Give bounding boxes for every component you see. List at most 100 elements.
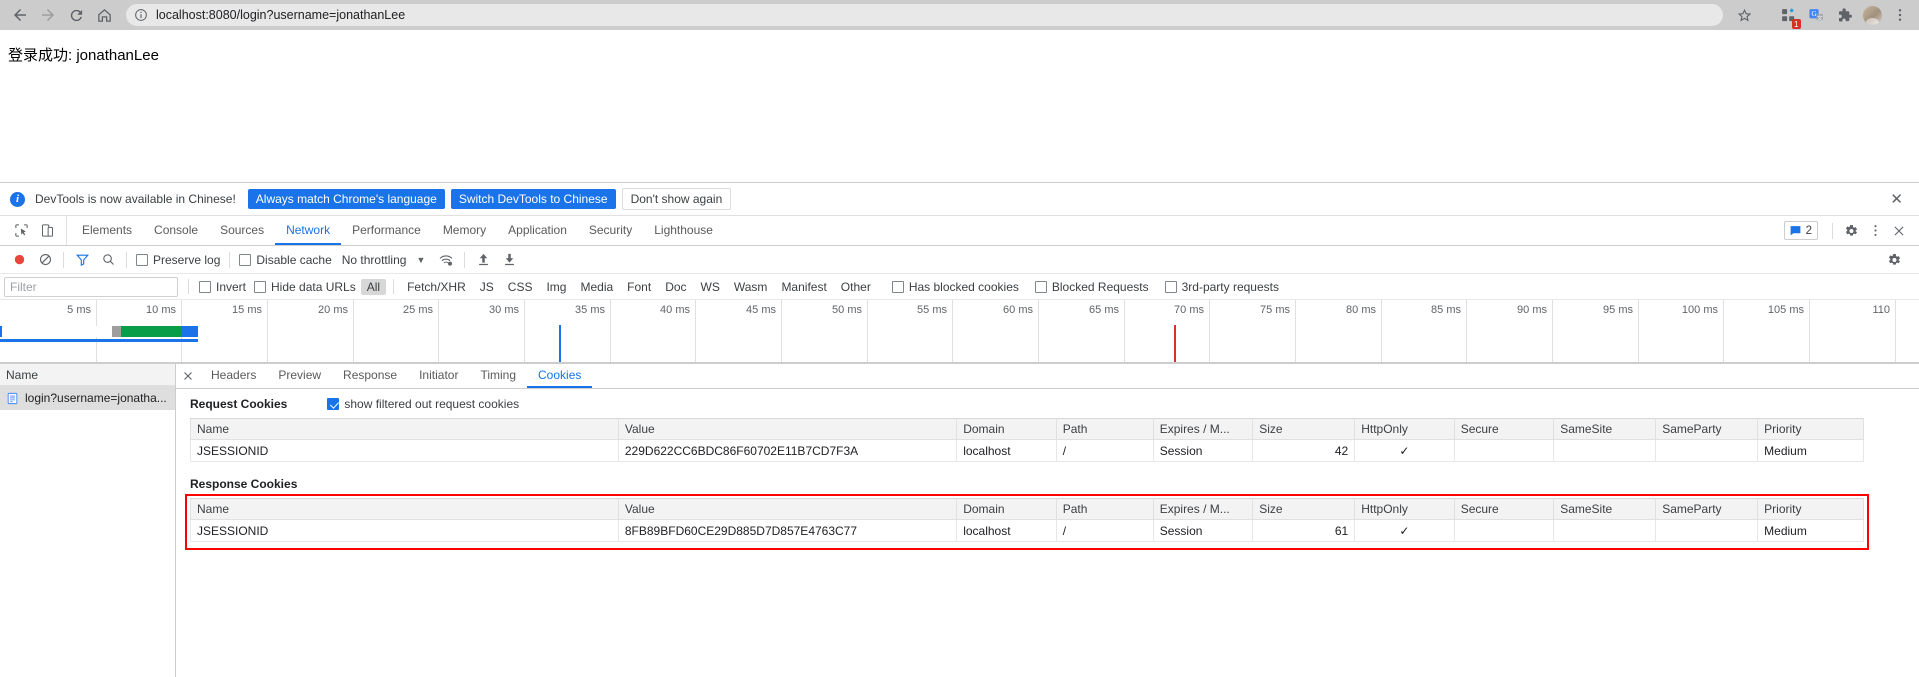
column-domain[interactable]: Domain [956,498,1057,520]
detail-tab-timing[interactable]: Timing [469,364,527,388]
tab-security[interactable]: Security [578,216,643,245]
export-har-button[interactable] [496,248,522,272]
type-filter-all[interactable]: All [360,278,387,295]
column-domain[interactable]: Domain [956,418,1057,440]
tab-memory[interactable]: Memory [432,216,497,245]
clear-button[interactable] [32,248,58,272]
devtools-close-button[interactable] [1887,220,1911,242]
checkbox-box [199,280,211,293]
type-filter-doc[interactable]: Doc [659,279,692,295]
column-path[interactable]: Path [1055,498,1154,520]
column-httponly[interactable]: HttpOnly [1354,418,1455,440]
devtools-settings-button[interactable] [1839,220,1863,242]
record-button[interactable] [6,248,32,272]
devtools-more-button[interactable] [1863,220,1887,242]
type-filter-img[interactable]: Img [540,279,572,295]
hide-data-urls-checkbox[interactable]: Hide data URLs [254,280,356,294]
invert-checkbox[interactable]: Invert [199,280,246,294]
close-notification-icon[interactable]: ✕ [1884,192,1909,207]
column-sameparty[interactable]: SameParty [1655,498,1759,520]
import-har-button[interactable] [470,248,496,272]
third-party-requests-checkbox[interactable]: 3rd-party requests [1164,280,1279,294]
home-button[interactable] [90,2,118,28]
request-list-item[interactable]: login?username=jonatha... [0,386,175,410]
type-filter-manifest[interactable]: Manifest [775,279,832,295]
tab-console[interactable]: Console [143,216,209,245]
column-priority[interactable]: Priority [1757,498,1864,520]
column-samesite[interactable]: SameSite [1553,498,1657,520]
column-priority[interactable]: Priority [1757,418,1864,440]
type-filter-other[interactable]: Other [835,279,877,295]
reload-button[interactable] [62,2,90,28]
chrome-menu-button[interactable] [1887,2,1913,28]
type-filter-fetch-xhr[interactable]: Fetch/XHR [401,279,472,295]
search-button[interactable] [95,248,121,272]
chevron-down-icon[interactable]: ▼ [416,255,425,265]
tab-application[interactable]: Application [497,216,578,245]
table-row[interactable]: JSESSIONID 229D622CC6BDC86F60702E11B7CD7… [190,439,1864,462]
always-match-language-button[interactable]: Always match Chrome's language [247,189,445,209]
column-samesite[interactable]: SameSite [1553,418,1657,440]
tab-sources[interactable]: Sources [209,216,275,245]
column-name[interactable]: Name [190,418,619,440]
detail-tab-cookies[interactable]: Cookies [527,364,593,388]
request-cookies-header: Request Cookies show filtered out reques… [190,397,1919,411]
close-detail-button[interactable] [176,364,200,388]
detail-tab-preview[interactable]: Preview [267,364,332,388]
column-httponly[interactable]: HttpOnly [1354,498,1455,520]
tab-performance[interactable]: Performance [341,216,432,245]
forward-button[interactable] [34,2,62,28]
disable-cache-checkbox[interactable]: Disable cache [239,253,332,267]
bookmark-star-button[interactable] [1731,2,1757,28]
profile-button[interactable] [1859,2,1885,28]
switch-devtools-language-button[interactable]: Switch DevTools to Chinese [450,189,616,209]
throttling-select[interactable]: No throttling [342,253,407,267]
detail-tab-initiator[interactable]: Initiator [408,364,469,388]
type-filter-font[interactable]: Font [621,279,657,295]
column-expires[interactable]: Expires / M... [1152,498,1254,520]
timeline-gridline [695,300,696,362]
type-filter-media[interactable]: Media [574,279,619,295]
network-overview-timeline[interactable]: 5 ms 10 ms 15 ms 20 ms 25 ms 30 ms 35 ms 40 ms 4… [0,300,1919,363]
extensions-grid-button[interactable]: 1 [1775,2,1801,29]
type-filter-js[interactable]: JS [474,279,500,295]
detail-tab-response[interactable]: Response [332,364,408,388]
column-size[interactable]: Size [1252,418,1356,440]
column-value[interactable]: Value [617,418,958,440]
dom-content-loaded-marker [559,325,561,362]
filter-input[interactable] [4,276,178,297]
tab-lighthouse[interactable]: Lighthouse [643,216,724,245]
column-value[interactable]: Value [617,498,958,520]
column-sameparty[interactable]: SameParty [1655,418,1759,440]
network-conditions-button[interactable] [433,248,459,272]
type-filter-wasm[interactable]: Wasm [728,279,774,295]
toggle-device-toolbar-button[interactable] [34,219,60,243]
blocked-requests-checkbox[interactable]: Blocked Requests [1034,280,1149,294]
column-name[interactable]: Name [190,498,619,520]
column-expires[interactable]: Expires / M... [1152,418,1254,440]
table-row[interactable]: JSESSIONID 8FB89BFD60CE29D885D7D857E4763… [190,519,1864,542]
type-filter-ws[interactable]: WS [695,279,726,295]
filter-toggle-button[interactable] [69,248,95,272]
type-filter-css[interactable]: CSS [502,279,539,295]
detail-tab-headers[interactable]: Headers [200,364,267,388]
back-button[interactable] [6,2,34,28]
preserve-log-checkbox[interactable]: Preserve log [136,253,220,267]
inspect-element-button[interactable] [8,219,34,243]
tab-network[interactable]: Network [275,216,342,245]
address-bar[interactable]: localhost:8080/login?username=jonathanLe… [126,4,1723,26]
column-size[interactable]: Size [1252,498,1356,520]
translate-button[interactable]: G 文 [1803,2,1829,28]
column-secure[interactable]: Secure [1453,498,1555,520]
tab-elements[interactable]: Elements [71,216,143,245]
column-secure[interactable]: Secure [1453,418,1555,440]
column-path[interactable]: Path [1055,418,1154,440]
show-filtered-cookies-checkbox[interactable]: show filtered out request cookies [327,397,519,411]
site-info-icon[interactable] [134,8,148,22]
console-messages-button[interactable]: 2 [1783,221,1818,240]
extension-puzzle-button[interactable] [1831,2,1857,28]
dont-show-again-button[interactable]: Don't show again [621,188,732,210]
has-blocked-cookies-checkbox[interactable]: Has blocked cookies [891,280,1019,294]
network-settings-button[interactable] [1881,248,1907,272]
request-list-column-header[interactable]: Name [0,364,175,386]
